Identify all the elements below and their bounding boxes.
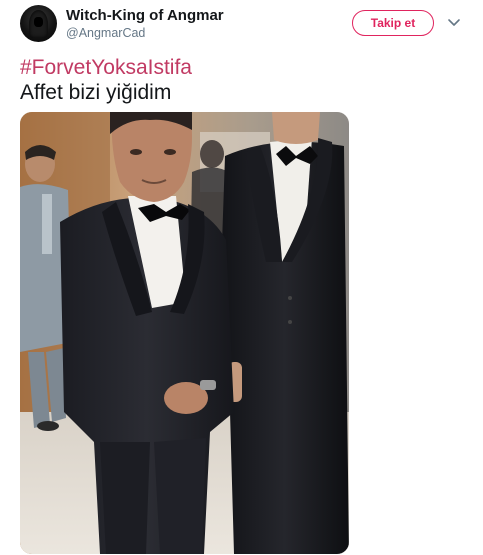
tweet-photo[interactable] <box>20 112 349 554</box>
follow-button[interactable]: Takip et <box>352 10 434 36</box>
author-display-name[interactable]: Witch-King of Angmar <box>66 7 224 24</box>
avatar-face-shape <box>34 17 43 27</box>
author-screen-name[interactable]: @AngmarCad <box>66 26 145 40</box>
tweet-card: Witch-King of Angmar @AngmarCad Takip et… <box>0 0 483 555</box>
photo-illustration <box>20 112 349 554</box>
avatar[interactable] <box>20 5 57 42</box>
hashtag-link[interactable]: #ForvetYoksaIstifa <box>20 56 192 80</box>
chevron-down-icon[interactable] <box>446 17 462 29</box>
tweet-text: Affet bizi yiğidim <box>20 81 172 104</box>
